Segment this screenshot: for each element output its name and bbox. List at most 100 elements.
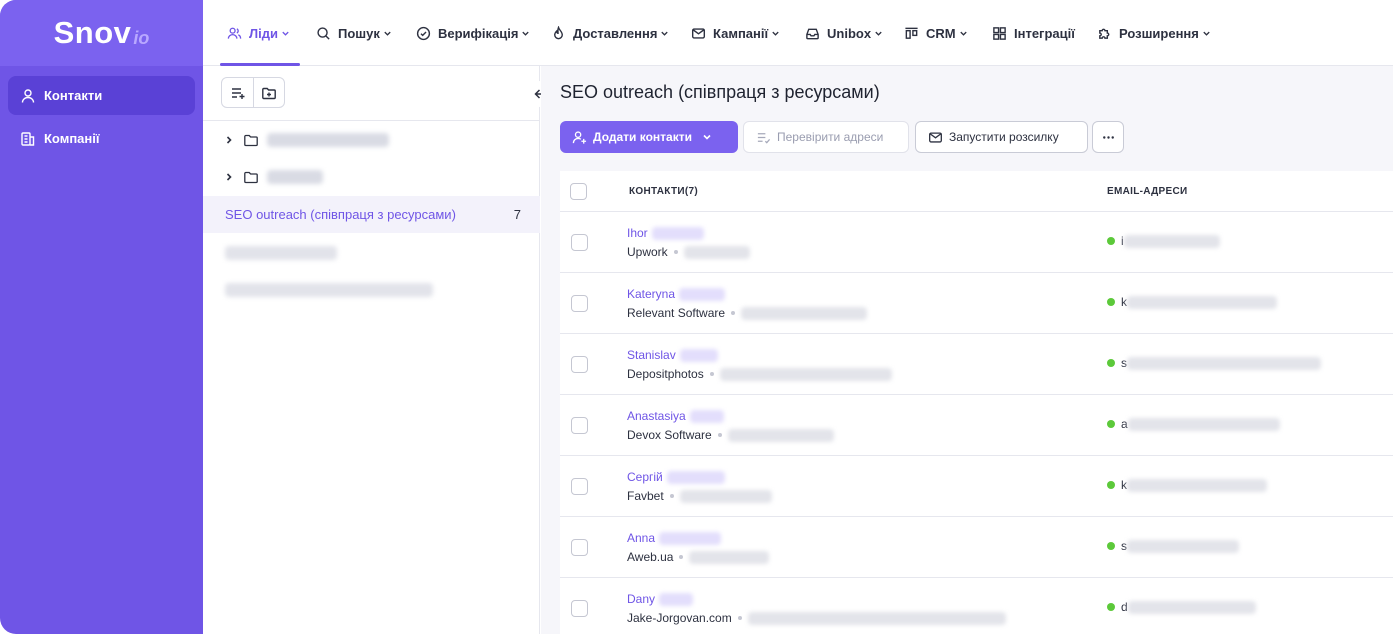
list-folder[interactable] (203, 121, 540, 158)
logo[interactable]: Snov io (0, 0, 203, 66)
redacted (719, 367, 892, 381)
chevron-down-icon (661, 31, 669, 36)
contact-name[interactable]: Stanislav (627, 348, 718, 362)
nav-label: Ліди (249, 25, 278, 41)
table-row[interactable]: Dany Jake-Jorgovan.com d (560, 577, 1393, 634)
separator-dot (673, 250, 678, 254)
email-status-dot (1107, 542, 1115, 550)
contact-first-name: Сергій (627, 470, 663, 484)
list-item-selected[interactable]: SEO outreach (співпраця з ресурсами) 7 (203, 196, 540, 233)
check-circle-icon (416, 26, 431, 40)
contact-email[interactable]: k (1107, 295, 1277, 309)
redacted (659, 531, 722, 545)
contact-company: Upwork (627, 245, 750, 259)
contact-company: Jake-Jorgovan.com (627, 611, 1006, 625)
table-row[interactable]: Stanislav Depositphotos s (560, 333, 1393, 394)
nav-label: Верифікація (438, 25, 519, 41)
company-name: Devox Software (627, 428, 712, 442)
add-list-button[interactable] (222, 78, 253, 107)
lists-panel: SEO outreach (співпраця з ресурсами) 7 (203, 66, 540, 634)
contacts-table: КОНТАКТИ(7) EMAIL-АДРЕСИ Ihor Upwork i K… (560, 171, 1393, 634)
contact-email[interactable]: a (1107, 417, 1280, 431)
contact-name[interactable]: Сергій (627, 470, 725, 484)
table-row[interactable]: Ihor Upwork i (560, 211, 1393, 272)
search-icon (317, 26, 330, 40)
contact-company: Devox Software (627, 428, 834, 442)
email-initial: d (1121, 600, 1128, 614)
table-row[interactable]: Kateryna Relevant Software k (560, 272, 1393, 333)
folder-name-redacted (267, 169, 323, 184)
more-actions-button[interactable] (1092, 121, 1124, 153)
chevron-down-icon (703, 134, 711, 140)
redacted (679, 489, 772, 503)
contact-email[interactable]: s (1107, 356, 1321, 370)
row-checkbox[interactable] (571, 356, 588, 373)
verify-emails-button[interactable]: Перевірити адреси (743, 121, 909, 153)
company-name: Upwork (627, 245, 668, 259)
row-checkbox[interactable] (571, 295, 588, 312)
email-status-dot (1107, 237, 1115, 245)
nav-item-extensions[interactable]: Розширення (1097, 0, 1211, 66)
contact-name[interactable]: Kateryna (627, 287, 726, 301)
contact-company: Relevant Software (627, 306, 868, 320)
separator-dot (737, 616, 742, 620)
column-header-emails[interactable]: EMAIL-АДРЕСИ (1107, 171, 1188, 211)
list-item[interactable] (203, 271, 540, 308)
contact-email[interactable]: d (1107, 600, 1256, 614)
nav-item-unibox[interactable]: Unibox (805, 0, 883, 66)
contact-email[interactable]: k (1107, 478, 1267, 492)
contact-name[interactable]: Dany (627, 592, 694, 606)
contact-first-name: Dany (627, 592, 656, 606)
email-status-dot (1107, 603, 1115, 611)
contact-company: Favbet (627, 489, 772, 503)
list-folder[interactable] (203, 158, 540, 195)
column-header-contacts[interactable]: КОНТАКТИ(7) (629, 171, 698, 211)
add-contacts-button[interactable]: Додати контакти (560, 121, 738, 153)
more-horizontal-icon (1102, 135, 1114, 139)
table-row[interactable]: Anastasiya Devox Software a (560, 394, 1393, 455)
select-all-checkbox[interactable] (570, 183, 587, 200)
separator-dot (669, 494, 674, 498)
nav-item-integrations[interactable]: Інтеграції (992, 0, 1075, 66)
nav-item-verification[interactable]: Верифікація (416, 0, 530, 66)
flame-icon (554, 25, 563, 39)
redacted (727, 428, 834, 442)
redacted (747, 611, 1006, 625)
nav-item-delivery[interactable]: Доставлення (551, 0, 669, 66)
row-checkbox[interactable] (571, 417, 588, 434)
redacted (1127, 356, 1321, 370)
row-checkbox[interactable] (571, 234, 588, 251)
contact-first-name: Anastasiya (627, 409, 686, 423)
nav-item-leads[interactable]: Ліди (227, 0, 290, 66)
contact-name[interactable]: Anastasiya (627, 409, 724, 423)
row-checkbox[interactable] (571, 600, 588, 617)
contact-email[interactable]: s (1107, 539, 1239, 553)
nav-item-crm[interactable]: CRM (904, 0, 968, 66)
row-checkbox[interactable] (571, 478, 588, 495)
contact-company: Aweb.ua (627, 550, 770, 564)
logo-main: Snov (53, 15, 132, 50)
contact-name[interactable]: Anna (627, 531, 722, 545)
separator-dot (717, 433, 722, 437)
launch-campaign-button[interactable]: Запустити розсилку (915, 121, 1088, 153)
redacted (1127, 417, 1280, 431)
nav-item-campaigns[interactable]: Кампанії (691, 0, 780, 66)
add-folder-button[interactable] (253, 78, 284, 107)
redacted (651, 226, 704, 240)
contact-email[interactable]: i (1107, 234, 1220, 248)
nav-item-search[interactable]: Пошук (316, 0, 392, 66)
list-item[interactable] (203, 234, 540, 271)
sidebar-item-companies[interactable]: Компанії (8, 119, 195, 158)
sidebar-item-contacts[interactable]: Контакти (8, 76, 195, 115)
email-status-dot (1107, 298, 1115, 306)
contact-name[interactable]: Ihor (627, 226, 704, 240)
chevron-down-icon (282, 31, 289, 36)
row-checkbox[interactable] (571, 539, 588, 556)
redacted (679, 287, 726, 301)
crm-icon (905, 27, 918, 39)
folder-plus-icon (262, 87, 276, 99)
table-row[interactable]: Anna Aweb.ua s (560, 516, 1393, 577)
table-row[interactable]: Сергій Favbet k (560, 455, 1393, 516)
redacted (1127, 600, 1256, 614)
contact-first-name: Kateryna (627, 287, 676, 301)
